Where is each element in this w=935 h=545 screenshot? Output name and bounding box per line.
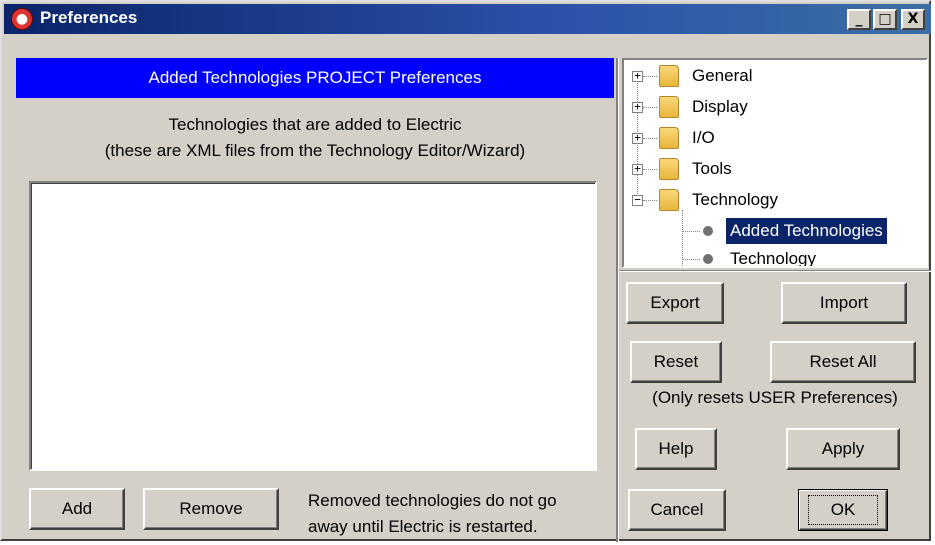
description-line-2: (these are XML files from the Technology… [104, 141, 526, 160]
folder-icon [659, 65, 679, 87]
tree-item-label-selected: Added Technologies [726, 218, 887, 244]
title-bar[interactable]: ● Preferences _ □ X [4, 4, 931, 34]
reset-button[interactable]: Reset [630, 341, 722, 383]
close-button[interactable]: X [901, 9, 925, 30]
export-button-label: Export [650, 293, 700, 312]
import-button-label: Import [819, 293, 869, 312]
ok-button-label: OK [808, 495, 878, 525]
tree-item-label: Technology [730, 249, 817, 268]
tree-item-technology-child[interactable]: Technology [676, 246, 926, 268]
tree-item-label: Technology [692, 190, 779, 209]
description-line-1: Technologies that are added to Electric [168, 115, 462, 134]
expand-icon[interactable]: + [632, 132, 643, 144]
panel-banner: Added Technologies PROJECT Preferences [16, 58, 614, 98]
folder-icon [659, 96, 679, 118]
apply-button[interactable]: Apply [786, 428, 900, 470]
remove-button[interactable]: Remove [143, 488, 279, 530]
maximize-button[interactable]: □ [873, 9, 897, 30]
folder-open-icon [659, 189, 679, 211]
tree-connector [643, 107, 657, 109]
expand-icon[interactable]: + [632, 101, 643, 113]
tree-item-general[interactable]: + General [632, 63, 922, 89]
technologies-list[interactable] [29, 181, 597, 471]
help-button[interactable]: Help [635, 428, 717, 470]
minimize-button[interactable]: _ [847, 9, 871, 30]
leaf-icon [703, 254, 713, 264]
tree-item-label: Display [692, 97, 748, 116]
reset-all-button-label: Reset All [809, 352, 877, 371]
folder-icon [659, 127, 679, 149]
remove-button-label: Remove [179, 499, 243, 518]
add-button-label: Add [61, 499, 93, 518]
tree-item-label: General [692, 66, 753, 85]
window-title: Preferences [40, 8, 138, 27]
note-line-1: Removed technologies do not go [308, 491, 557, 510]
removal-note: Removed technologies do not go away unti… [308, 488, 608, 540]
expand-icon[interactable]: + [632, 70, 643, 82]
panel-divider [616, 58, 619, 542]
tree-item-added-technologies[interactable]: Added Technologies [676, 218, 926, 244]
ok-button[interactable]: OK [798, 489, 888, 531]
expand-icon[interactable]: + [632, 163, 643, 175]
tree-connector [643, 200, 657, 202]
tree-divider [619, 270, 931, 272]
tree-item-label: I/O [692, 128, 715, 147]
folder-icon [659, 158, 679, 180]
help-button-label: Help [658, 439, 694, 458]
cancel-button[interactable]: Cancel [628, 489, 726, 531]
reset-all-button[interactable]: Reset All [770, 341, 916, 383]
tree-item-technology[interactable]: − Technology [632, 187, 922, 213]
export-button[interactable]: Export [626, 282, 724, 324]
tree-connector [643, 169, 657, 171]
note-line-2: away until Electric is restarted. [308, 517, 538, 536]
tree-connector [643, 76, 657, 78]
reset-button-label: Reset [653, 352, 699, 371]
tree-item-io[interactable]: + I/O [632, 125, 922, 151]
reset-note: (Only resets USER Preferences) [652, 388, 898, 407]
tree-connector [682, 259, 700, 261]
tree-connector [643, 138, 657, 140]
apply-button-label: Apply [821, 439, 865, 458]
tree-item-tools[interactable]: + Tools [632, 156, 922, 182]
app-icon: ● [11, 8, 33, 30]
add-button[interactable]: Add [29, 488, 125, 530]
collapse-icon[interactable]: − [632, 194, 643, 206]
tree-item-display[interactable]: + Display [632, 94, 922, 120]
tree-item-label: Tools [692, 159, 732, 178]
preferences-window: ● Preferences _ □ X Added Technologies P… [0, 0, 931, 542]
panel-description: Technologies that are added to Electric … [16, 112, 614, 164]
import-button[interactable]: Import [781, 282, 907, 324]
preference-content-panel: Added Technologies PROJECT Preferences T… [16, 58, 614, 542]
preferences-tree[interactable]: + General + Display + I/O + Tools − Tech… [622, 58, 928, 268]
tree-connector [682, 231, 700, 233]
cancel-button-label: Cancel [650, 500, 704, 519]
leaf-icon [703, 226, 713, 236]
